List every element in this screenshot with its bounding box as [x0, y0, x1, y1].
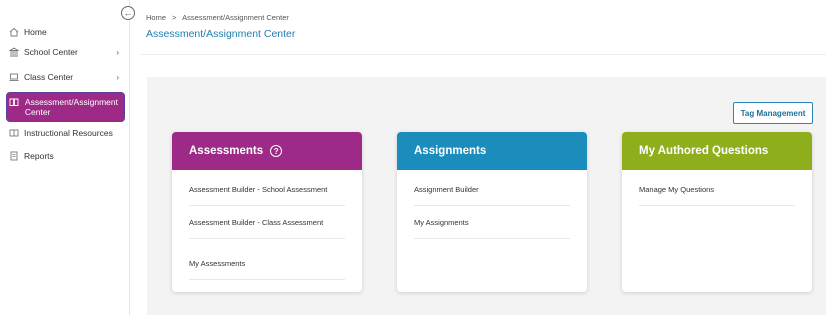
chevron-right-icon: › — [116, 47, 119, 57]
card-title: My Authored Questions — [639, 145, 769, 157]
help-icon[interactable]: ? — [270, 145, 283, 157]
authored-questions-card: My Authored Questions Manage My Question… — [622, 132, 812, 292]
divider — [140, 54, 826, 55]
home-icon — [8, 27, 19, 37]
sidebar-item-label: School Center — [24, 47, 78, 57]
my-assignments-link[interactable]: My Assignments — [414, 206, 570, 239]
tag-management-button[interactable]: Tag Management — [733, 102, 813, 124]
laptop-icon — [8, 72, 19, 82]
manage-my-questions-link[interactable]: Manage My Questions — [639, 170, 795, 206]
card-body: Assessment Builder - School Assessment A… — [172, 170, 362, 280]
breadcrumb-current: Assessment/Assignment Center — [182, 13, 289, 22]
collapse-sidebar-button[interactable]: ← — [121, 6, 135, 20]
sidebar-item-instructional-resources[interactable]: Instructional Resources — [6, 127, 125, 139]
chevron-right-icon: › — [116, 72, 119, 82]
page-title: Assessment/Assignment Center — [146, 28, 296, 40]
report-icon — [8, 151, 19, 161]
my-assessments-link[interactable]: My Assessments — [189, 239, 345, 280]
resources-icon — [8, 128, 19, 138]
app: ← Home School Center › Class Center › As… — [0, 0, 826, 315]
sidebar-item-reports[interactable]: Reports — [6, 150, 125, 162]
assessments-card-header: Assessments ? — [172, 132, 362, 170]
authored-questions-card-header: My Authored Questions — [622, 132, 812, 170]
assessments-card: Assessments ? Assessment Builder - Schoo… — [172, 132, 362, 292]
sidebar-item-label: Instructional Resources — [24, 128, 113, 138]
card-title: Assessments — [189, 145, 264, 157]
card-title: Assignments — [414, 145, 487, 157]
assessment-builder-school-link[interactable]: Assessment Builder - School Assessment — [189, 170, 345, 206]
assignment-builder-link[interactable]: Assignment Builder — [414, 170, 570, 206]
breadcrumb-home-link[interactable]: Home — [146, 13, 166, 22]
assignments-card: Assignments Assignment Builder My Assign… — [397, 132, 587, 292]
breadcrumb: Home > Assessment/Assignment Center — [146, 13, 293, 22]
sidebar-item-label: Home — [24, 27, 47, 37]
sidebar-item-class-center[interactable]: Class Center › — [6, 71, 125, 83]
sidebar-item-label: Class Center — [24, 72, 74, 82]
assignments-card-header: Assignments — [397, 132, 587, 170]
breadcrumb-separator: > — [172, 13, 177, 22]
card-body: Manage My Questions — [622, 170, 812, 206]
book-icon — [9, 97, 20, 107]
arrow-left-icon: ← — [123, 7, 133, 18]
school-icon — [8, 47, 19, 57]
sidebar-item-school-center[interactable]: School Center › — [6, 46, 125, 58]
sidebar-item-label: Assessment/Assignment Center — [24, 97, 118, 117]
sidebar-item-home[interactable]: Home — [6, 26, 125, 38]
sidebar-item-assessment-assignment-center[interactable]: Assessment/Assignment Center — [6, 92, 125, 122]
sidebar-item-label: Reports — [24, 151, 54, 161]
assessment-builder-class-link[interactable]: Assessment Builder - Class Assessment — [189, 206, 345, 239]
card-body: Assignment Builder My Assignments — [397, 170, 587, 239]
